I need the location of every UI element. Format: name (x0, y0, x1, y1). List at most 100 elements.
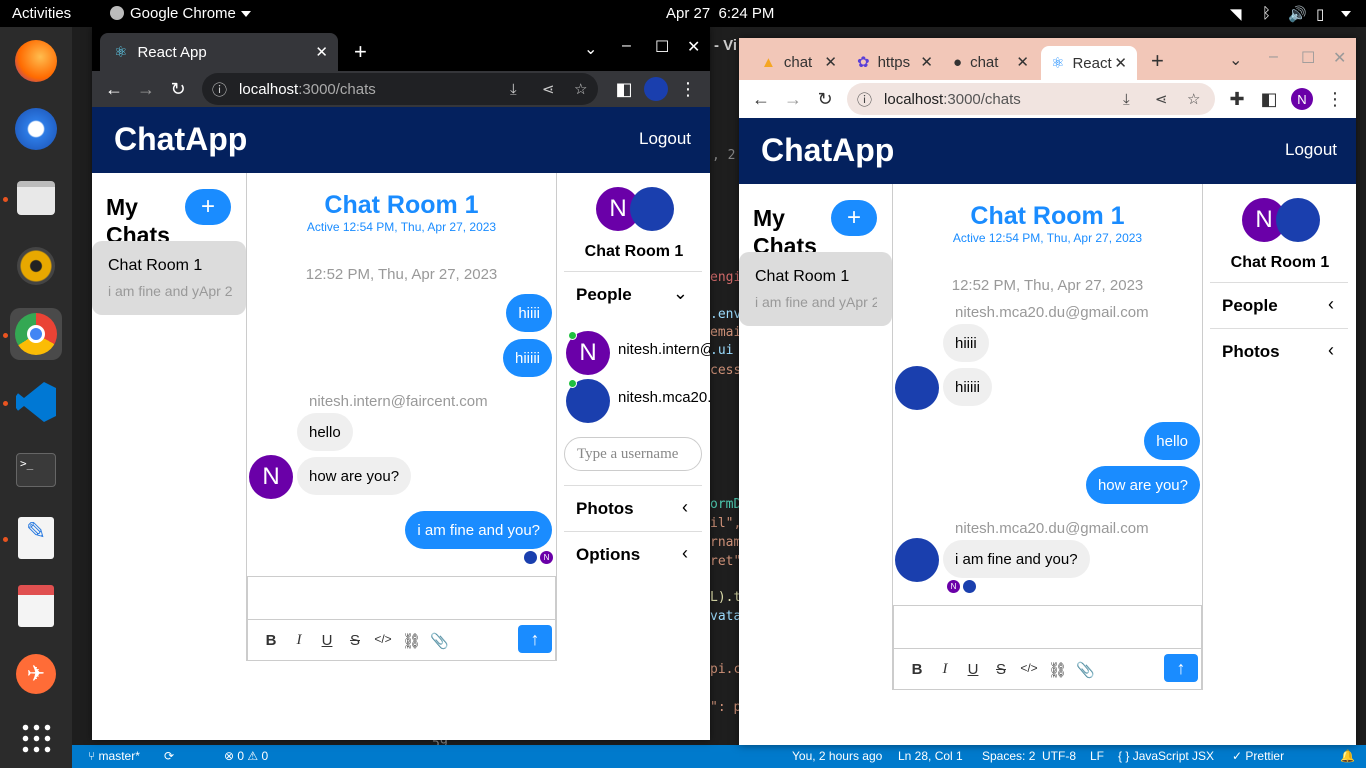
people-section-header[interactable]: People ‹ (1210, 282, 1348, 328)
vscode-icon[interactable] (10, 376, 62, 428)
side-panel-icon[interactable]: ◧ (1257, 87, 1281, 111)
profile-avatar[interactable]: N (1291, 88, 1313, 110)
volume-icon[interactable]: 🔊 (1288, 5, 1307, 23)
bold-icon[interactable]: B (908, 661, 926, 678)
rhythmbox-icon[interactable] (10, 240, 62, 292)
logout-button[interactable]: Logout (1285, 140, 1337, 160)
bookmark-star-icon[interactable]: ☆ (1187, 90, 1200, 108)
minimize-button[interactable]: – (622, 37, 631, 55)
profile-avatar[interactable] (644, 77, 668, 101)
people-section-header[interactable]: People ⌄ (564, 271, 702, 317)
close-tab-icon[interactable]: ✕ (1016, 53, 1029, 71)
extensions-icon[interactable]: ✚ (1225, 87, 1249, 111)
chat-card[interactable]: Chat Room 1 i am fine and yApr 2 (92, 241, 246, 315)
message-bubble[interactable]: i am fine and you? (943, 540, 1090, 578)
thunderbird-icon[interactable] (10, 103, 62, 155)
tab-https[interactable]: ✿ https ✕ (849, 46, 943, 78)
tab-react-app[interactable]: ⚛ React App ✕ (100, 33, 338, 71)
attachment-icon[interactable]: 📎 (430, 632, 449, 650)
avatar[interactable]: N (249, 455, 293, 499)
maximize-button[interactable]: ☐ (1301, 48, 1315, 68)
line-ending[interactable]: LF (1090, 749, 1104, 763)
italic-icon[interactable]: I (290, 632, 308, 649)
language-mode[interactable]: { } JavaScript JSX (1118, 749, 1214, 763)
bell-icon[interactable]: 🔔 (1340, 749, 1355, 763)
photos-section-header[interactable]: Photos ‹ (564, 485, 702, 531)
link-icon[interactable]: ⛓ (402, 632, 421, 650)
message-input[interactable] (893, 605, 1202, 649)
cursor-position[interactable]: Ln 28, Col 1 (898, 749, 963, 763)
photos-section-header[interactable]: Photos ‹ (1210, 328, 1348, 374)
message-bubble[interactable]: i am fine and you? (405, 511, 552, 549)
message-bubble[interactable]: hiiiii (943, 368, 993, 406)
maximize-button[interactable]: ☐ (655, 37, 669, 57)
reload-icon[interactable]: ↻ (813, 87, 837, 111)
strikethrough-icon[interactable]: S (346, 632, 364, 649)
link-icon[interactable]: ⛓ (1048, 661, 1067, 679)
underline-icon[interactable]: U (318, 632, 336, 649)
chat-card[interactable]: Chat Room 1 i am fine and yApr 2 (739, 252, 892, 326)
postman-icon[interactable]: ✈ (10, 648, 62, 700)
tab-react-app[interactable]: ⚛ React ✕ (1041, 46, 1137, 80)
close-tab-icon[interactable]: ✕ (824, 53, 837, 71)
battery-icon[interactable]: ▯ (1316, 5, 1324, 23)
bookmark-star-icon[interactable]: ☆ (574, 80, 587, 98)
new-tab-button[interactable]: + (354, 39, 367, 65)
username-input[interactable]: Type a username (564, 437, 702, 471)
menu-kebab-icon[interactable]: ⋮ (676, 77, 700, 101)
new-tab-button[interactable]: + (1151, 48, 1164, 74)
back-icon[interactable]: ← (102, 77, 126, 101)
formatter[interactable]: ✓ Prettier (1232, 749, 1284, 763)
tab-search-icon[interactable]: ⌄ (1229, 50, 1242, 70)
message-bubble[interactable]: hiiiii (502, 339, 552, 377)
new-chat-button[interactable]: + (185, 189, 231, 225)
sync-icon[interactable]: ⟳ (164, 749, 174, 763)
site-info-icon[interactable]: ⓘ (212, 79, 227, 100)
underline-icon[interactable]: U (964, 661, 982, 678)
minimize-button[interactable]: – (1269, 48, 1278, 66)
close-tab-icon[interactable]: ✕ (1114, 54, 1127, 72)
share-icon[interactable]: ⋖ (1155, 90, 1168, 108)
new-chat-button[interactable]: + (831, 200, 877, 236)
bluetooth-icon[interactable]: ᛒ (1262, 5, 1271, 22)
error-count[interactable]: ⊗ 0 ⚠ 0 (224, 749, 268, 763)
forward-icon[interactable]: → (781, 87, 805, 111)
message-bubble[interactable]: hiiii (506, 294, 552, 332)
strikethrough-icon[interactable]: S (992, 661, 1010, 678)
forward-icon[interactable]: → (134, 77, 158, 101)
app-grid-icon[interactable] (10, 712, 62, 764)
firefox-icon[interactable] (10, 35, 62, 87)
code-icon[interactable]: </> (1020, 661, 1038, 675)
person-row[interactable]: nitesh.mca20. (566, 377, 710, 423)
person-row[interactable]: N nitesh.intern@ (566, 329, 710, 375)
menu-kebab-icon[interactable]: ⋮ (1323, 87, 1347, 111)
tab-chat-github[interactable]: ● chat ✕ (945, 46, 1039, 78)
avatar[interactable] (895, 366, 939, 410)
system-menu-arrow[interactable] (1336, 5, 1351, 22)
files-icon[interactable] (10, 172, 62, 224)
code-icon[interactable]: </> (374, 632, 392, 646)
site-info-icon[interactable]: ⓘ (857, 89, 872, 110)
side-panel-icon[interactable]: ◧ (612, 77, 636, 101)
wifi-icon[interactable]: ◥ (1230, 5, 1242, 23)
close-window-button[interactable]: ✕ (1333, 48, 1346, 68)
message-bubble[interactable]: how are you? (297, 457, 412, 495)
message-bubble[interactable]: how are you? (1085, 466, 1200, 504)
git-blame[interactable]: You, 2 hours ago (792, 749, 882, 763)
back-icon[interactable]: ← (749, 87, 773, 111)
italic-icon[interactable]: I (936, 661, 954, 678)
tab-search-icon[interactable]: ⌄ (584, 39, 597, 59)
address-bar[interactable]: ⓘ localhost:3000/chats ⤓ ⋖ ☆ (847, 83, 1215, 115)
chrome-icon[interactable] (10, 308, 62, 360)
clock[interactable]: Apr 27 6:24 PM (666, 5, 774, 22)
address-bar[interactable]: ⓘ localhost:3000/chats ⤓ ⋖ ☆ (202, 73, 598, 105)
close-window-button[interactable]: ✕ (687, 37, 700, 57)
attachment-icon[interactable]: 📎 (1076, 661, 1095, 679)
options-section-header[interactable]: Options ‹ (564, 531, 702, 577)
reload-icon[interactable]: ↻ (166, 77, 190, 101)
message-bubble[interactable]: hello (297, 413, 353, 451)
message-input[interactable] (247, 576, 556, 620)
terminal-icon[interactable]: >_ (10, 444, 62, 496)
encoding[interactable]: UTF-8 (1042, 749, 1076, 763)
send-button[interactable]: ↑ (1164, 654, 1198, 682)
